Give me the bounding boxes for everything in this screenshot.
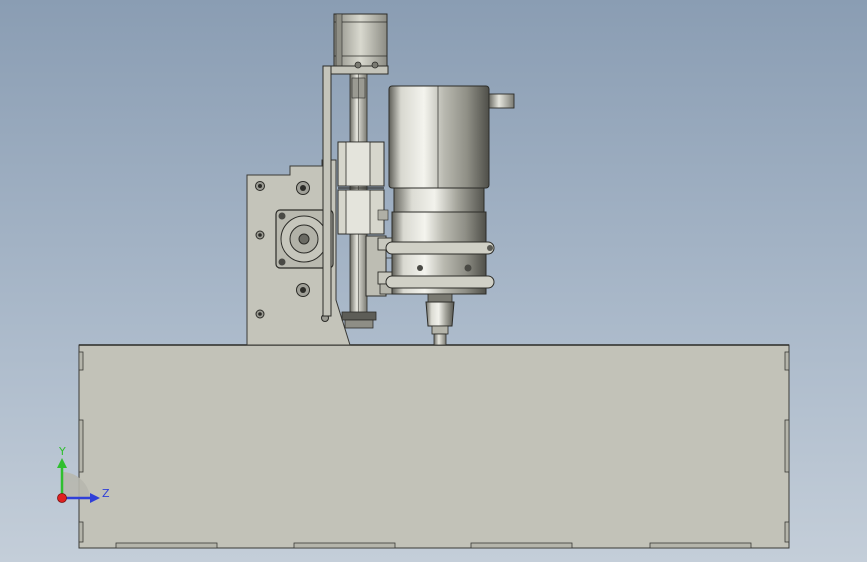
spindle-motor[interactable] — [385, 85, 515, 303]
screw-top-left — [255, 181, 265, 191]
screw-mid-left — [255, 230, 265, 240]
screw-bottom-left — [255, 309, 265, 319]
screw-top-right — [296, 181, 310, 195]
base-box[interactable] — [78, 344, 790, 549]
bottom-nut — [341, 311, 377, 329]
spindle-collet[interactable] — [425, 301, 455, 346]
top-stepper-motor[interactable] — [333, 13, 388, 67]
cad-viewport[interactable]: Y Z — [0, 0, 867, 562]
cad-model-view[interactable] — [0, 0, 867, 562]
z-carriage[interactable] — [337, 141, 389, 235]
screw-bottom-right — [296, 283, 310, 297]
